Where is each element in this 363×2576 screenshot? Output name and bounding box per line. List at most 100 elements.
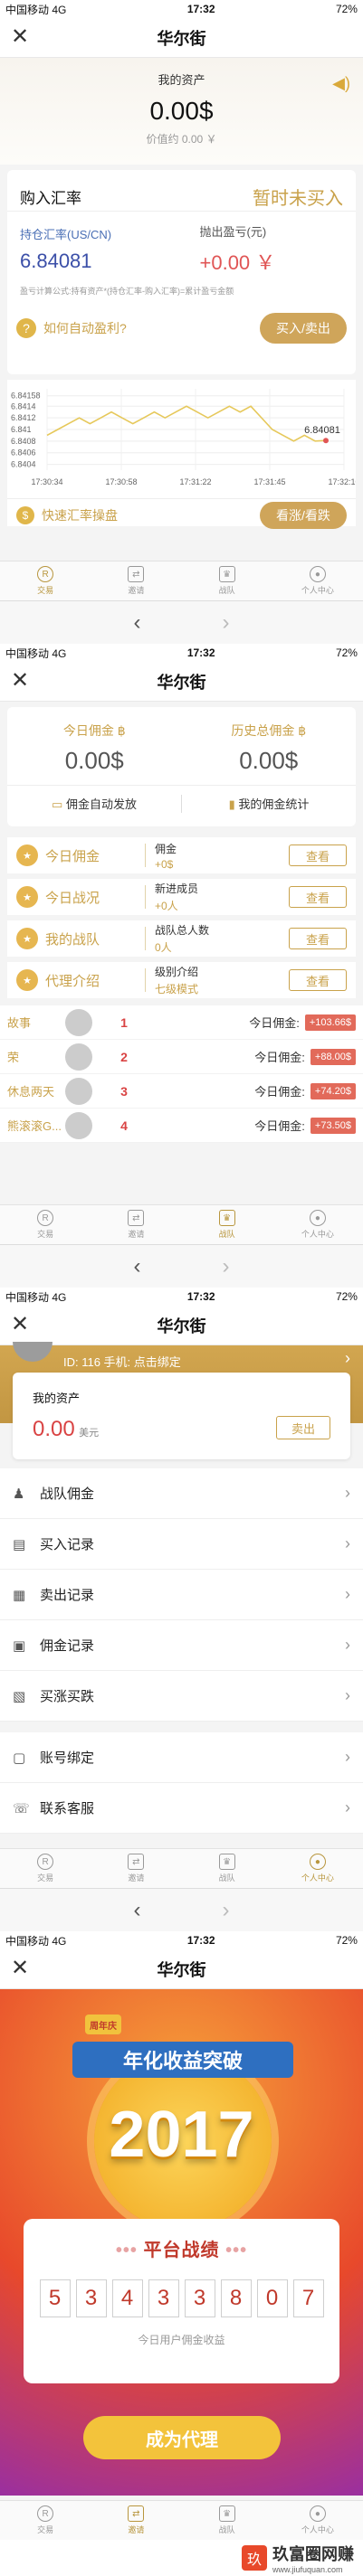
watch-button[interactable]: 看涨/看跌 bbox=[260, 501, 347, 529]
close-icon[interactable]: ✕ bbox=[11, 1313, 29, 1336]
tab-invite[interactable]: ⇄ 邀请 bbox=[91, 1849, 181, 1888]
list-icon: ▦ bbox=[13, 1587, 26, 1603]
forward-arrow-icon[interactable]: › bbox=[223, 1254, 230, 1279]
battery: 72% bbox=[335, 3, 358, 15]
tab-label: 邀请 bbox=[128, 1230, 145, 1239]
back-arrow-icon[interactable]: ‹ bbox=[134, 610, 141, 636]
tab-profile[interactable]: ● 个人中心 bbox=[272, 2501, 363, 2540]
become-agent-button[interactable]: 成为代理 bbox=[83, 2416, 281, 2459]
buy-sell-button[interactable]: 买入/卖出 bbox=[260, 313, 347, 344]
avatar bbox=[13, 1342, 53, 1362]
view-button[interactable]: 查看 bbox=[289, 969, 347, 991]
close-icon[interactable]: ✕ bbox=[11, 25, 29, 49]
asset-value: 0.00$ bbox=[149, 97, 214, 125]
id-text[interactable]: ID: 116 手机: 点击绑定 bbox=[63, 1353, 181, 1370]
tab-trade[interactable]: R 交易 bbox=[0, 2501, 91, 2540]
menu-item-label: 联系客服 bbox=[40, 1801, 95, 1816]
close-icon[interactable]: ✕ bbox=[11, 669, 29, 693]
digits-caption: 今日用户佣金收益 bbox=[138, 2334, 225, 2346]
chevron-right-icon[interactable]: › bbox=[345, 1349, 350, 1368]
rate-chart-card: 6.84158 6.8414 6.8412 6.841 6.8408 6.8406 6.84… bbox=[7, 380, 360, 529]
tab-invite[interactable]: ⇄ 邀请 bbox=[91, 561, 181, 600]
ranking-row[interactable]: 熊滚滚G... 4 今日佣金: +73.50$ bbox=[0, 1109, 363, 1143]
x-tick-label: 17:31:22 bbox=[179, 477, 211, 486]
menu-item[interactable]: ♟ 战队佣金 › bbox=[0, 1468, 363, 1519]
tab-label: 战队 bbox=[218, 1873, 235, 1882]
dollar-icon: $ bbox=[16, 505, 34, 524]
clock: 17:32 bbox=[186, 646, 215, 659]
trophy-icon: ♛ bbox=[218, 2505, 235, 2522]
chevron-right-icon: › bbox=[345, 1534, 350, 1552]
back-arrow-icon[interactable]: ‹ bbox=[134, 1254, 141, 1279]
tab-team[interactable]: ♛ 战队 bbox=[182, 2501, 272, 2540]
ranking-row[interactable]: 休息两天 3 今日佣金: +74.20$ bbox=[0, 1074, 363, 1109]
member-rank: 3 bbox=[120, 1083, 128, 1099]
digit-box: 8 bbox=[220, 2279, 252, 2317]
auto-pay[interactable]: ▭ 佣金自动发放 bbox=[7, 795, 181, 812]
tab-invite[interactable]: ⇄ 邀请 bbox=[91, 2501, 181, 2540]
tab-profile[interactable]: ● 个人中心 bbox=[272, 1205, 363, 1244]
y-tick-label: 6.8408 bbox=[11, 437, 36, 446]
digit-box: 7 bbox=[292, 2279, 324, 2317]
ranking-row[interactable]: 荣 2 今日佣金: +88.00$ bbox=[0, 1040, 363, 1074]
status-bar: 中国移动 4G 17:32 72% bbox=[0, 644, 363, 662]
help-link[interactable]: ? 如何自动盈利? bbox=[16, 318, 127, 338]
battery: 72% bbox=[335, 646, 358, 659]
menu-item[interactable]: ▧ 买涨买跌 › bbox=[0, 1671, 363, 1722]
coin-icon: ฿ bbox=[298, 722, 307, 738]
forward-arrow-icon[interactable]: › bbox=[223, 610, 230, 636]
cart-icon: ▤ bbox=[13, 1536, 26, 1552]
tab-trade[interactable]: R 交易 bbox=[0, 1205, 91, 1244]
x-tick-label: 17:30:58 bbox=[105, 477, 137, 486]
tab-trade[interactable]: R 交易 bbox=[0, 561, 91, 600]
navbar: ✕ 华尔街 bbox=[0, 662, 363, 702]
row-title: 今日佣金 bbox=[45, 848, 100, 864]
question-icon: ? bbox=[16, 318, 36, 338]
menu-item[interactable]: ▦ 卖出记录 › bbox=[0, 1570, 363, 1620]
watermark-logo-icon: 玖 bbox=[242, 2545, 267, 2571]
sell-button[interactable]: 卖出 bbox=[276, 1416, 330, 1439]
person-icon: ● bbox=[309, 1210, 326, 1226]
tab-label: 战队 bbox=[218, 2525, 235, 2534]
view-button[interactable]: 查看 bbox=[289, 928, 347, 949]
asset-card: 我的资产 0.00 美元 卖出 bbox=[13, 1373, 350, 1459]
view-button[interactable]: 查看 bbox=[289, 845, 347, 866]
tab-profile[interactable]: ● 个人中心 bbox=[272, 561, 363, 600]
menu-item[interactable]: ☏ 联系客服 › bbox=[0, 1783, 363, 1834]
commission-amount: +103.66$ bbox=[304, 1014, 356, 1031]
menu-item[interactable]: ▣ 佣金记录 › bbox=[0, 1620, 363, 1671]
back-arrow-icon[interactable]: ‹ bbox=[134, 1898, 141, 1923]
member-name: 休息两天 bbox=[7, 1085, 55, 1099]
ranking-row[interactable]: 故事 1 今日佣金: +103.66$ bbox=[0, 1005, 363, 1040]
tab-team[interactable]: ♛ 战队 bbox=[182, 1849, 272, 1888]
clock: 17:32 bbox=[186, 3, 215, 15]
carrier: 中国移动 bbox=[5, 1290, 50, 1304]
tab-label: 交易 bbox=[37, 1230, 54, 1239]
asset-label: 我的资产 bbox=[33, 1392, 81, 1405]
screen-invite: 中国移动 4G 17:32 72% ✕ 华尔街 周年庆 年化收益突破 2017 … bbox=[0, 1931, 363, 2576]
battery: 72% bbox=[335, 1934, 358, 1947]
page-title: 华尔街 bbox=[157, 673, 206, 692]
speaker-icon[interactable]: ◀) bbox=[332, 74, 350, 93]
tab-team[interactable]: ♛ 战队 bbox=[182, 1205, 272, 1244]
asset-header: 我的资产 0.00$ 价值约 0.00 ￥ ◀) bbox=[0, 58, 363, 165]
forward-arrow-icon[interactable]: › bbox=[223, 1898, 230, 1923]
commission-stats[interactable]: ▮ 我的佣金统计 bbox=[182, 795, 356, 812]
menu-item-label: 卖出记录 bbox=[40, 1588, 95, 1603]
clock: 17:32 bbox=[186, 1934, 215, 1947]
menu-item[interactable]: ▤ 买入记录 › bbox=[0, 1519, 363, 1570]
x-tick-label: 17:32:10 bbox=[328, 477, 356, 486]
quick-trade[interactable]: $ 快速汇率操盘 bbox=[16, 505, 118, 524]
tab-profile[interactable]: ● 个人中心 bbox=[272, 1849, 363, 1888]
tab-invite[interactable]: ⇄ 邀请 bbox=[91, 1205, 181, 1244]
tab-trade[interactable]: R 交易 bbox=[0, 1849, 91, 1888]
tab-label: 个人中心 bbox=[301, 2525, 334, 2534]
today-commission: 今日佣金 ฿ 0.00$ bbox=[7, 718, 182, 775]
asset-value: 0.00 bbox=[33, 1417, 75, 1441]
view-button[interactable]: 查看 bbox=[289, 886, 347, 908]
menu-item[interactable]: ▢ 账号绑定 › bbox=[0, 1732, 363, 1783]
status-bar: 中国移动 4G 17:32 72% bbox=[0, 1931, 363, 1949]
asset-worth: 价值约 0.00 ￥ bbox=[146, 133, 217, 146]
tab-team[interactable]: ♛ 战队 bbox=[182, 561, 272, 600]
close-icon[interactable]: ✕ bbox=[11, 1957, 29, 1980]
